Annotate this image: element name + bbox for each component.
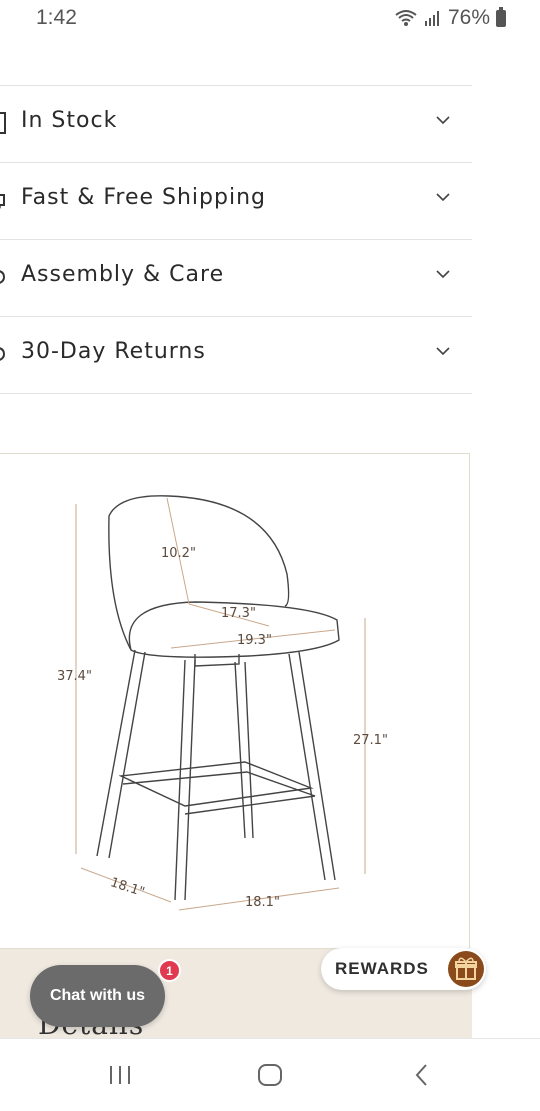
accordion-label: In Stock: [21, 108, 118, 133]
accordion-label: Fast & Free Shipping: [21, 185, 266, 210]
dimension-lines: [75, 497, 366, 911]
dim-total-height: 37.4": [57, 669, 92, 684]
chat-button[interactable]: Chat with us: [30, 965, 165, 1027]
signal-icon: [424, 11, 439, 26]
chevron-down-icon[interactable]: [436, 270, 450, 279]
dim-seat-height: 27.1": [353, 733, 388, 748]
care-icon: [0, 270, 6, 284]
stool-outline: [96, 495, 340, 901]
gift-icon: [448, 951, 484, 987]
chat-notification-badge: 1: [158, 959, 181, 982]
dim-base-depth: 18.1": [108, 875, 146, 900]
returns-icon: [0, 347, 6, 361]
accordion-label: Assembly & Care: [21, 262, 225, 287]
accordion-item-returns[interactable]: 30-Day Returns: [0, 316, 472, 394]
bar-stool-drawing: 10.2" 17.3" 19.3" 37.4" 27.1" 18.1" 18.1…: [57, 495, 388, 911]
back-icon[interactable]: [402, 1059, 442, 1091]
truck-icon: [0, 194, 5, 209]
accordion-label: 30-Day Returns: [21, 339, 206, 364]
dimension-diagram: 10.2" 17.3" 19.3" 37.4" 27.1" 18.1" 18.1…: [0, 453, 470, 949]
battery-percent: 76%: [447, 6, 490, 29]
home-icon[interactable]: [250, 1059, 290, 1091]
product-info-accordion: In Stock Fast & Free Shipping Assembly &…: [0, 85, 472, 394]
chevron-down-icon[interactable]: [436, 193, 450, 202]
dim-seat-depth: 17.3": [221, 606, 256, 621]
chat-label: Chat with us: [49, 987, 146, 1004]
status-time: 1:42: [36, 6, 77, 29]
system-nav-bar: [0, 1038, 540, 1111]
dim-seat-width: 19.3": [237, 633, 272, 648]
rewards-button[interactable]: REWARDS: [321, 948, 486, 990]
accordion-item-assembly[interactable]: Assembly & Care: [0, 239, 472, 316]
status-bar: 1:42 76%: [0, 0, 540, 40]
box-icon: [0, 112, 6, 134]
accordion-item-in-stock[interactable]: In Stock: [0, 85, 472, 162]
status-icons: 76%: [394, 6, 506, 30]
dim-base-width: 18.1": [245, 895, 280, 910]
battery-icon: [496, 6, 506, 27]
recents-icon[interactable]: [100, 1059, 140, 1091]
chevron-down-icon[interactable]: [436, 347, 450, 356]
rewards-label: REWARDS: [335, 959, 429, 978]
dim-back-height: 10.2": [161, 546, 196, 561]
accordion-item-shipping[interactable]: Fast & Free Shipping: [0, 162, 472, 239]
wifi-icon: [395, 10, 417, 26]
chevron-down-icon[interactable]: [436, 116, 450, 125]
